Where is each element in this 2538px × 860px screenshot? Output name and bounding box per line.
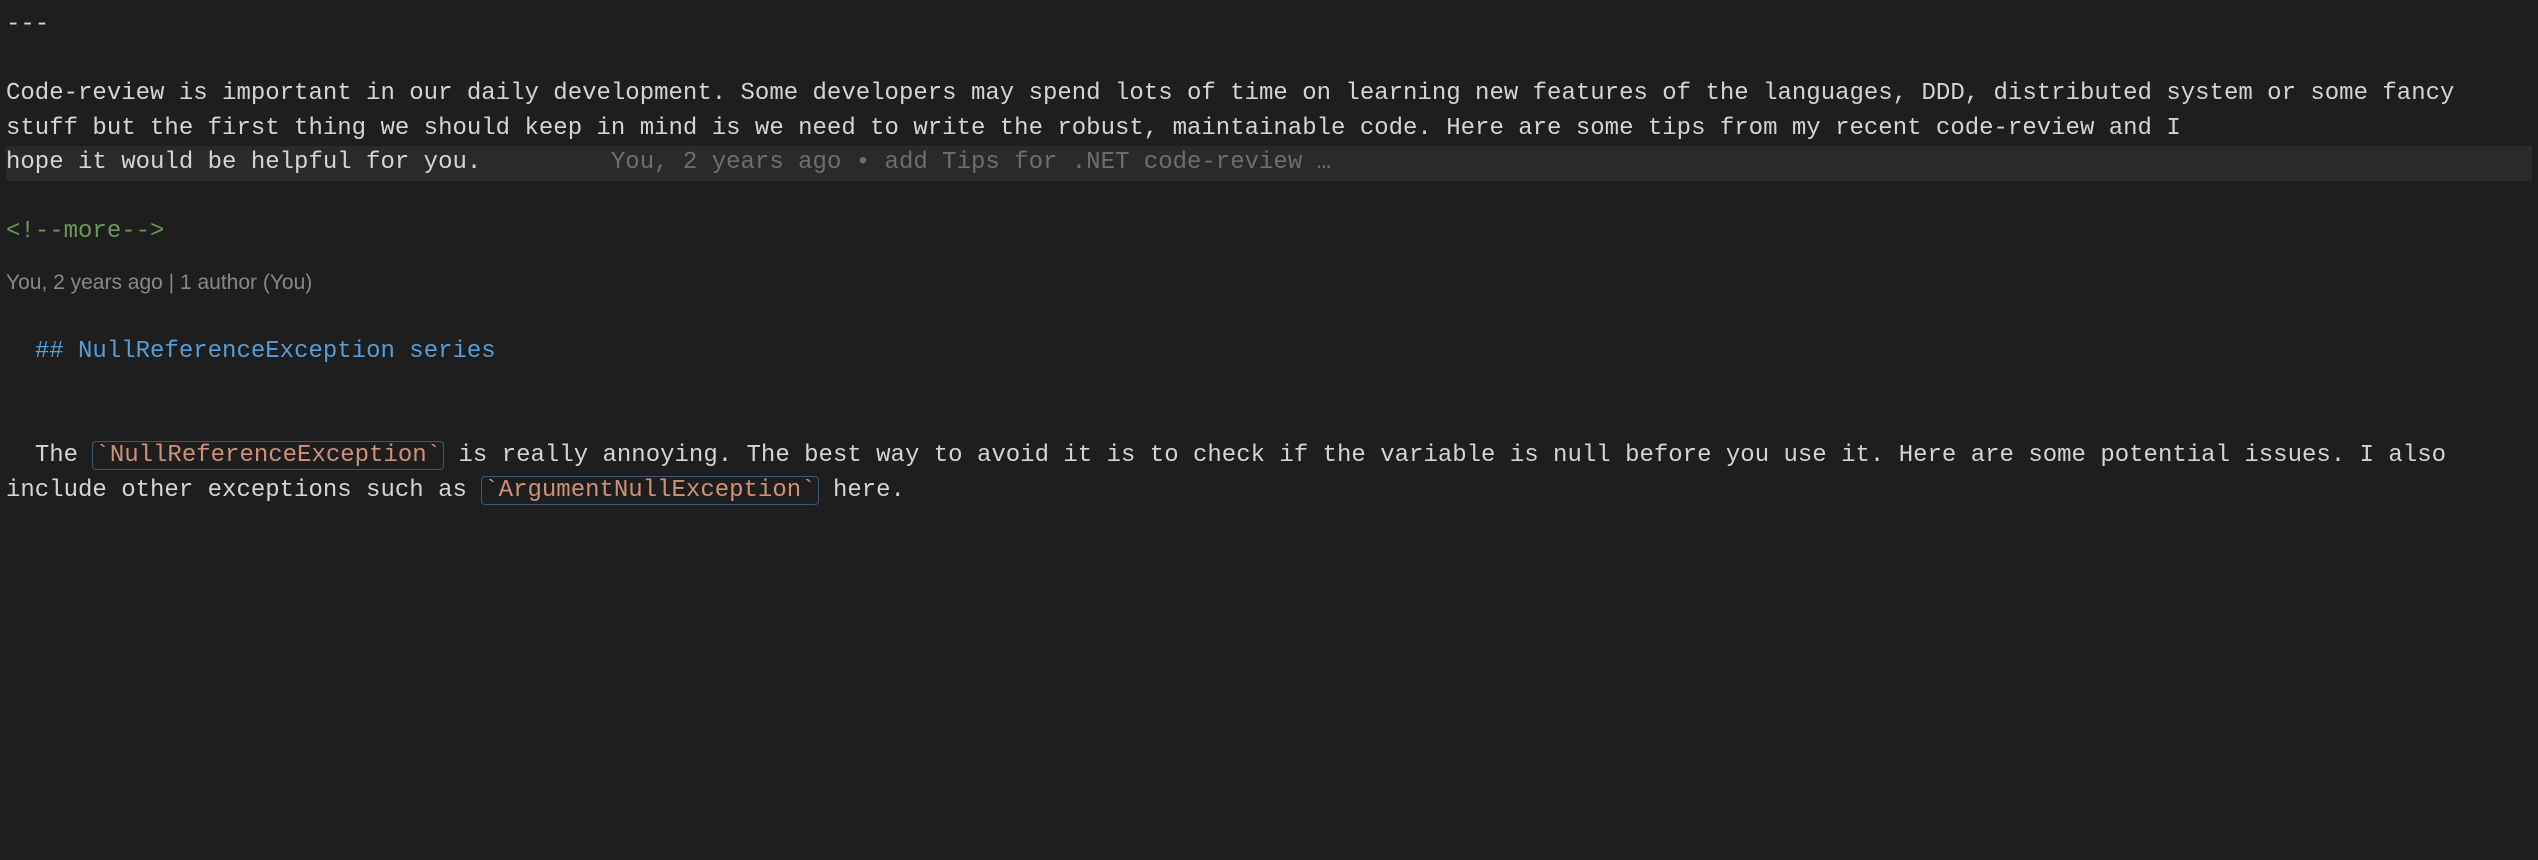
heading-marker: ## bbox=[35, 338, 78, 365]
gitlens-codelens[interactable]: You, 2 years ago | 1 author (You) bbox=[6, 268, 2532, 298]
heading-text: NullReferenceException series bbox=[78, 338, 496, 365]
inline-code-argnull: `ArgumentNullException` bbox=[481, 476, 818, 505]
heading-line[interactable]: ## NullReferenceException series bbox=[6, 300, 2532, 370]
paragraph-1-last-line: hope it would be helpful for you. bbox=[6, 149, 481, 176]
paragraph-1[interactable]: Code-review is important in our daily de… bbox=[6, 77, 2532, 181]
paragraph-2-post: here. bbox=[819, 477, 905, 504]
cursor-line[interactable]: hope it would be helpful for you. You, 2… bbox=[6, 146, 2532, 181]
paragraph-1-text-b: mind is we need to write the robust, mai… bbox=[640, 115, 2195, 142]
blank-line bbox=[6, 43, 2532, 77]
gitlens-blame-inline[interactable]: You, 2 years ago • add Tips for .NET cod… bbox=[611, 149, 1331, 176]
frontmatter-close: --- bbox=[6, 8, 2532, 43]
more-comment[interactable]: <!--more--> bbox=[6, 215, 2532, 250]
paragraph-2[interactable]: The `NullReferenceException` is really a… bbox=[6, 404, 2532, 508]
blank-line bbox=[6, 181, 2532, 215]
inline-code-nullref: `NullReferenceException` bbox=[92, 441, 444, 470]
blank-line bbox=[6, 370, 2532, 404]
paragraph-2-pre: The bbox=[35, 442, 93, 469]
